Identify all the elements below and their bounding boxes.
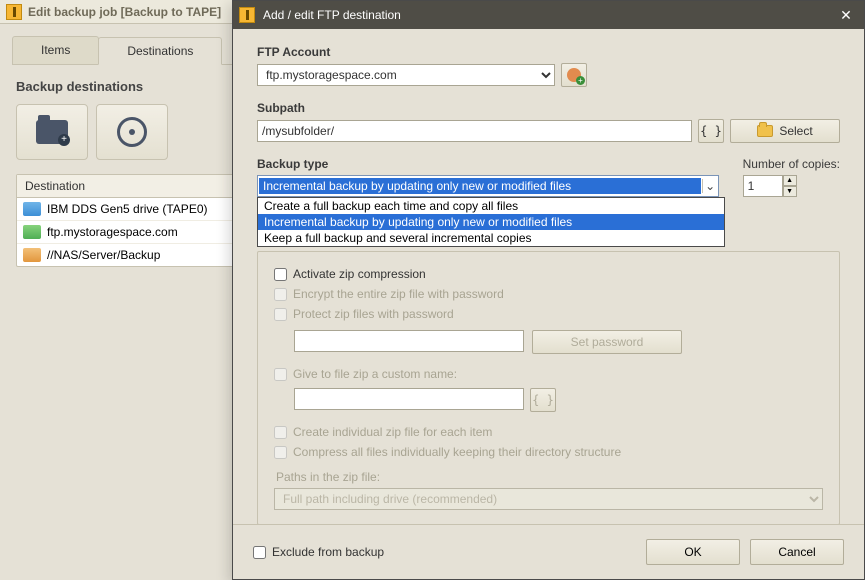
custom-name-row: Give to file zip a custom name: <box>274 364 823 384</box>
paths-label: Paths in the zip file: <box>276 470 823 484</box>
app-icon <box>6 4 22 20</box>
list-item-label: ftp.mystoragespace.com <box>47 225 178 239</box>
ftp-account-select[interactable]: ftp.mystoragespace.com <box>257 64 555 86</box>
backup-type-dropdown: Create a full backup each time and copy … <box>257 197 725 247</box>
protect-zip-checkbox <box>274 308 287 321</box>
list-item-label: //NAS/Server/Backup <box>47 248 160 262</box>
copies-input[interactable] <box>743 175 783 197</box>
encrypt-zip-checkbox <box>274 288 287 301</box>
person-plus-icon <box>567 68 581 82</box>
add-disk-destination-button[interactable] <box>96 104 168 160</box>
spinner-up[interactable]: ▲ <box>783 175 797 186</box>
add-folder-destination-button[interactable] <box>16 104 88 160</box>
activate-zip-checkbox[interactable] <box>274 268 287 281</box>
bg-window-title: Edit backup job [Backup to TAPE] <box>28 5 221 19</box>
chevron-down-icon: ⌄ <box>702 179 718 193</box>
protect-zip-row: Protect zip files with password <box>274 304 823 324</box>
individual-zip-checkbox <box>274 426 287 439</box>
dialog-icon <box>239 7 255 23</box>
set-password-button: Set password <box>532 330 682 354</box>
ftp-account-label: FTP Account <box>257 45 840 59</box>
encrypt-zip-row: Encrypt the entire zip file with passwor… <box>274 284 823 304</box>
dropdown-option[interactable]: Incremental backup by updating only new … <box>258 214 724 230</box>
copies-label: Number of copies: <box>743 157 840 171</box>
select-folder-button[interactable]: Select <box>730 119 840 143</box>
dropdown-option[interactable]: Create a full backup each time and copy … <box>258 198 724 214</box>
list-item-label: IBM DDS Gen5 drive (TAPE0) <box>47 202 208 216</box>
tab-destinations[interactable]: Destinations <box>98 37 222 65</box>
individual-zip-row: Create individual zip file for each item <box>274 422 823 442</box>
dialog-titlebar: Add / edit FTP destination ✕ <box>233 1 864 29</box>
ok-button[interactable]: OK <box>646 539 740 565</box>
zip-group: Activate zip compression Encrypt the ent… <box>257 251 840 524</box>
subpath-input[interactable] <box>257 120 692 142</box>
exclude-checkbox[interactable] <box>253 546 266 559</box>
paths-select: Full path including drive (recommended) <box>274 488 823 510</box>
zip-password-input <box>294 330 524 352</box>
cancel-button[interactable]: Cancel <box>750 539 844 565</box>
folder-icon <box>757 125 773 137</box>
exclude-row[interactable]: Exclude from backup <box>253 542 384 562</box>
custom-name-input <box>294 388 524 410</box>
copies-spinner[interactable]: ▲ ▼ <box>743 175 840 197</box>
network-icon <box>23 248 41 262</box>
disk-icon <box>117 117 147 147</box>
dropdown-option[interactable]: Keep a full backup and several increment… <box>258 230 724 246</box>
placeholder-button[interactable]: { } <box>698 119 724 143</box>
subpath-label: Subpath <box>257 101 840 115</box>
activate-zip-row[interactable]: Activate zip compression <box>274 264 823 284</box>
name-placeholder-button: { } <box>530 388 556 412</box>
compress-all-row: Compress all files individually keeping … <box>274 442 823 462</box>
ftp-destination-dialog: Add / edit FTP destination ✕ FTP Account… <box>232 0 865 580</box>
spinner-down[interactable]: ▼ <box>783 186 797 197</box>
tape-icon <box>23 202 41 216</box>
dialog-title: Add / edit FTP destination <box>263 8 824 22</box>
backup-type-label: Backup type <box>257 157 719 171</box>
compress-all-checkbox <box>274 446 287 459</box>
dialog-footer: Exclude from backup OK Cancel <box>233 524 864 579</box>
custom-name-checkbox <box>274 368 287 381</box>
ftp-icon <box>23 225 41 239</box>
add-account-button[interactable] <box>561 63 587 87</box>
backup-type-selected: Incremental backup by updating only new … <box>259 178 701 194</box>
close-button[interactable]: ✕ <box>832 4 860 26</box>
backup-type-select[interactable]: Incremental backup by updating only new … <box>257 175 719 197</box>
folder-plus-icon <box>36 120 68 144</box>
tab-items[interactable]: Items <box>12 36 99 64</box>
